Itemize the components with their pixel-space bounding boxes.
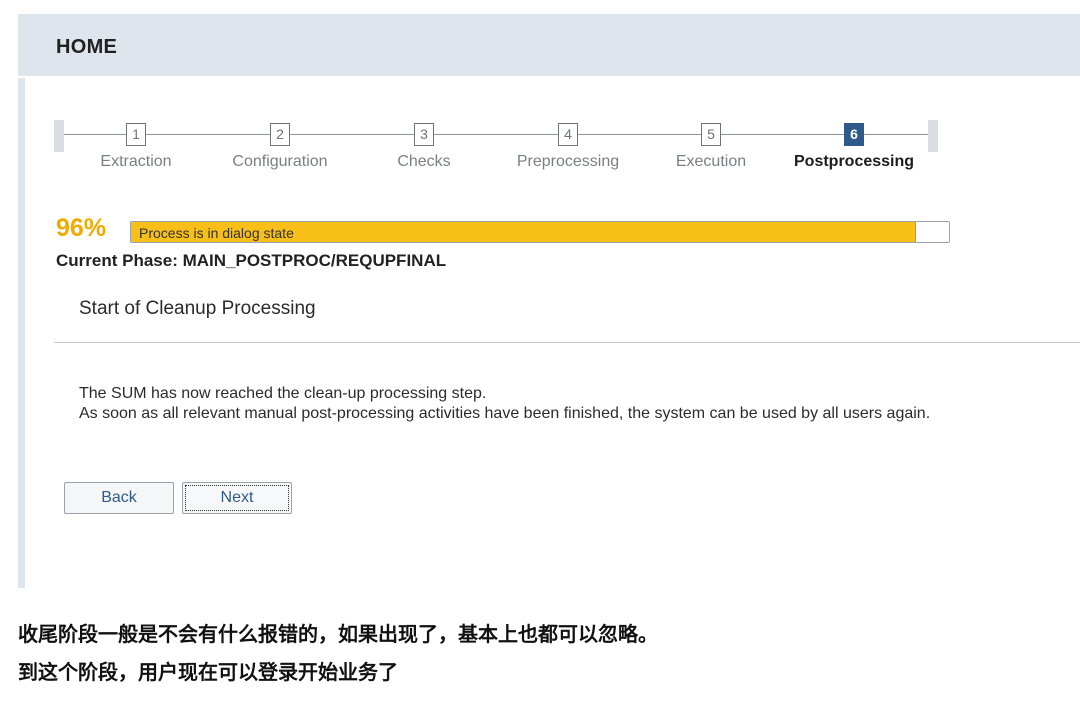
left-rail: [18, 78, 25, 588]
roadmap-stepper: 1 Extraction 2 Configuration 3 Checks 4 …: [54, 120, 944, 190]
step-label: Postprocessing: [794, 153, 915, 170]
step-preprocessing: 4 Preprocessing: [508, 120, 628, 190]
step-postprocessing: 6 Postprocessing: [794, 120, 914, 190]
progress-status-text: Process is in dialog state: [139, 225, 294, 241]
step-number: 1: [126, 123, 146, 146]
divider: [54, 342, 1080, 343]
back-button[interactable]: Back: [64, 482, 174, 514]
progress-bar: Process is in dialog state: [130, 221, 950, 243]
current-phase: Current Phase: MAIN_POSTPROC/REQUPFINAL: [56, 251, 447, 270]
step-label: Configuration: [232, 153, 328, 170]
info-text: The SUM has now reached the clean-up pro…: [79, 384, 930, 424]
progress-percent: 96%: [56, 214, 107, 242]
stepper-start-cap: [54, 120, 64, 152]
step-number: 2: [270, 123, 290, 146]
phase-heading: Start of Cleanup Processing: [79, 298, 316, 319]
sum-window: HOME 1 Extraction 2 Configuration 3 Chec…: [18, 14, 1080, 588]
info-line-2: As soon as all relevant manual post-proc…: [79, 405, 931, 422]
next-button[interactable]: Next: [182, 482, 292, 514]
step-number: 5: [701, 123, 721, 146]
step-label: Extraction: [100, 153, 172, 170]
home-header: HOME: [18, 14, 1080, 76]
home-title: HOME: [56, 36, 118, 58]
stepper-end-cap: [928, 120, 938, 152]
step-number: 6: [844, 123, 864, 146]
step-configuration: 2 Configuration: [220, 120, 340, 190]
caption-line-2: 到这个阶段，用户现在可以登录开始业务了: [18, 660, 398, 684]
step-checks: 3 Checks: [364, 120, 484, 190]
step-extraction: 1 Extraction: [76, 120, 196, 190]
step-number: 3: [414, 123, 434, 146]
step-label: Preprocessing: [516, 153, 620, 170]
step-execution: 5 Execution: [651, 120, 771, 190]
caption-line-1: 收尾阶段一般是不会有什么报错的，如果出现了，基本上也都可以忽略。: [18, 622, 658, 646]
step-number: 4: [558, 123, 578, 146]
info-line-1: The SUM has now reached the clean-up pro…: [79, 385, 487, 402]
step-label: Execution: [675, 153, 747, 170]
step-label: Checks: [397, 153, 451, 170]
